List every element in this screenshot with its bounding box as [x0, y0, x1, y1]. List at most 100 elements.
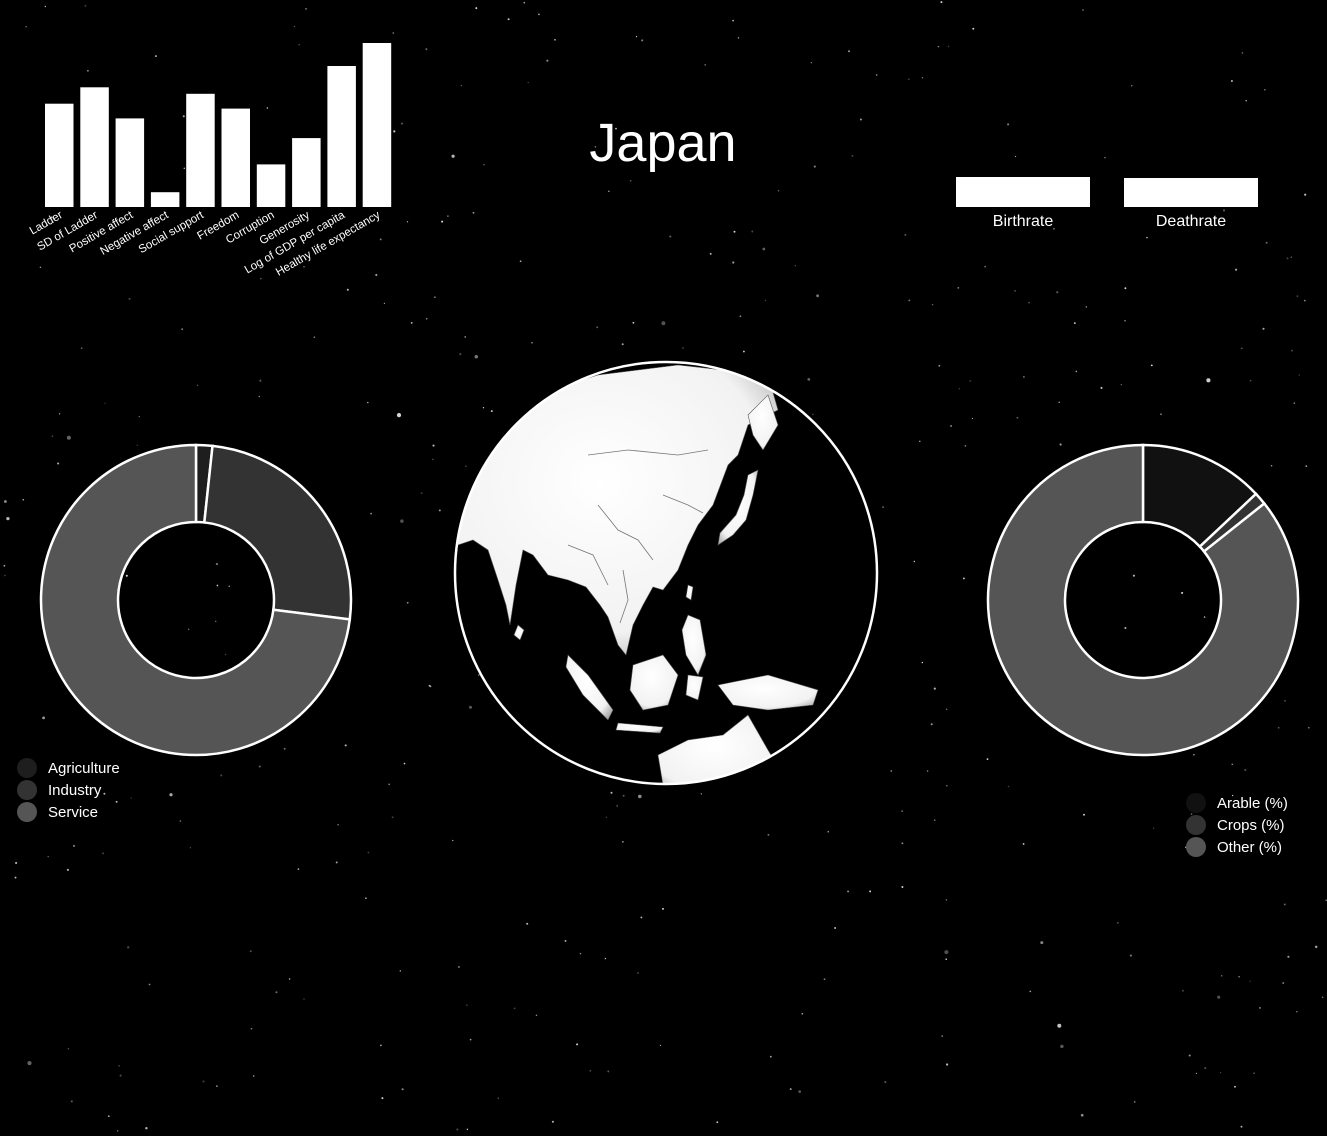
star — [659, 1044, 662, 1047]
bar-ladder[interactable] — [45, 103, 74, 207]
star — [1082, 9, 1084, 12]
star — [104, 402, 106, 404]
star — [1240, 1125, 1243, 1128]
star — [1283, 903, 1286, 906]
star — [102, 852, 105, 855]
star — [1028, 301, 1030, 304]
star — [940, 1, 943, 4]
star — [662, 907, 664, 910]
star — [1287, 955, 1290, 958]
star — [834, 927, 837, 929]
star — [472, 211, 475, 214]
star — [716, 1121, 719, 1124]
star — [546, 59, 549, 62]
legend-label: Industry — [48, 781, 102, 799]
legend-item-agriculture[interactable]: Agriculture — [17, 757, 120, 779]
bar-negative-affect[interactable] — [150, 192, 180, 207]
legend-item-other[interactable]: Other (%) — [1186, 836, 1288, 858]
bar-corruption[interactable] — [256, 164, 286, 207]
star — [250, 1027, 253, 1030]
bar-freedom[interactable] — [221, 108, 251, 207]
star — [396, 413, 402, 418]
star — [579, 952, 582, 955]
star — [118, 1064, 120, 1067]
star — [1304, 193, 1307, 196]
birthrate-bar[interactable] — [956, 177, 1090, 207]
star — [107, 1115, 110, 1118]
star — [1007, 785, 1010, 788]
star — [1219, 1072, 1222, 1074]
star — [564, 939, 567, 942]
star — [913, 560, 916, 563]
star — [380, 1044, 382, 1047]
legend-item-service[interactable]: Service — [17, 801, 120, 823]
star — [1314, 945, 1318, 949]
star — [610, 791, 613, 794]
star — [1022, 842, 1025, 845]
star — [535, 1014, 538, 1017]
star — [798, 1090, 802, 1093]
star — [762, 247, 766, 251]
star — [769, 1055, 772, 1058]
star — [1235, 268, 1238, 271]
star — [908, 78, 910, 80]
bar-social-support[interactable] — [186, 93, 215, 207]
star — [367, 401, 369, 404]
star — [751, 230, 754, 233]
star — [972, 27, 975, 30]
star — [425, 48, 428, 51]
star — [388, 783, 391, 786]
star — [621, 343, 624, 346]
star — [945, 958, 948, 961]
star — [1195, 1072, 1198, 1075]
bar-sd-of-ladder[interactable] — [80, 87, 109, 207]
star — [919, 440, 921, 442]
star — [420, 492, 423, 494]
star — [67, 1047, 70, 1050]
bar-positive-affect[interactable] — [115, 118, 145, 207]
deathrate-label: Deathrate — [1155, 213, 1227, 230]
star — [933, 687, 936, 690]
star — [947, 45, 950, 48]
star — [258, 395, 261, 398]
legend-swatch — [17, 780, 37, 800]
star — [452, 839, 454, 842]
star — [901, 810, 903, 812]
star — [1240, 347, 1243, 350]
star — [930, 723, 933, 726]
star — [622, 794, 625, 797]
star — [958, 388, 960, 390]
birthrate-label: Birthrate — [992, 213, 1054, 230]
bar-healthy-life-expectancy[interactable] — [362, 43, 392, 207]
bar-log-of-gdp-per-capita[interactable] — [327, 66, 356, 207]
bar-generosity[interactable] — [292, 138, 321, 207]
star — [47, 855, 49, 858]
star — [709, 252, 712, 255]
star — [403, 762, 406, 765]
star — [370, 512, 372, 515]
star — [432, 444, 435, 447]
star — [700, 793, 702, 795]
star — [1029, 990, 1032, 993]
star — [313, 336, 316, 339]
star — [475, 7, 478, 10]
star — [957, 286, 960, 289]
star — [1085, 306, 1087, 308]
star — [148, 983, 151, 986]
star — [742, 350, 745, 353]
star — [1293, 402, 1295, 404]
star — [1298, 374, 1300, 376]
star — [538, 13, 540, 16]
globe-map[interactable] — [448, 355, 884, 791]
deathrate-bar[interactable] — [1124, 178, 1258, 207]
star — [179, 820, 182, 822]
star — [531, 341, 533, 344]
legend-item-industry[interactable]: Industry — [17, 779, 120, 801]
legend-item-crops[interactable]: Crops (%) — [1186, 814, 1288, 836]
star — [901, 886, 904, 888]
legend-item-arable[interactable]: Arable (%) — [1186, 792, 1288, 814]
star — [596, 326, 599, 329]
star — [6, 516, 10, 521]
slice-industry[interactable] — [202, 444, 353, 621]
star — [640, 916, 643, 919]
